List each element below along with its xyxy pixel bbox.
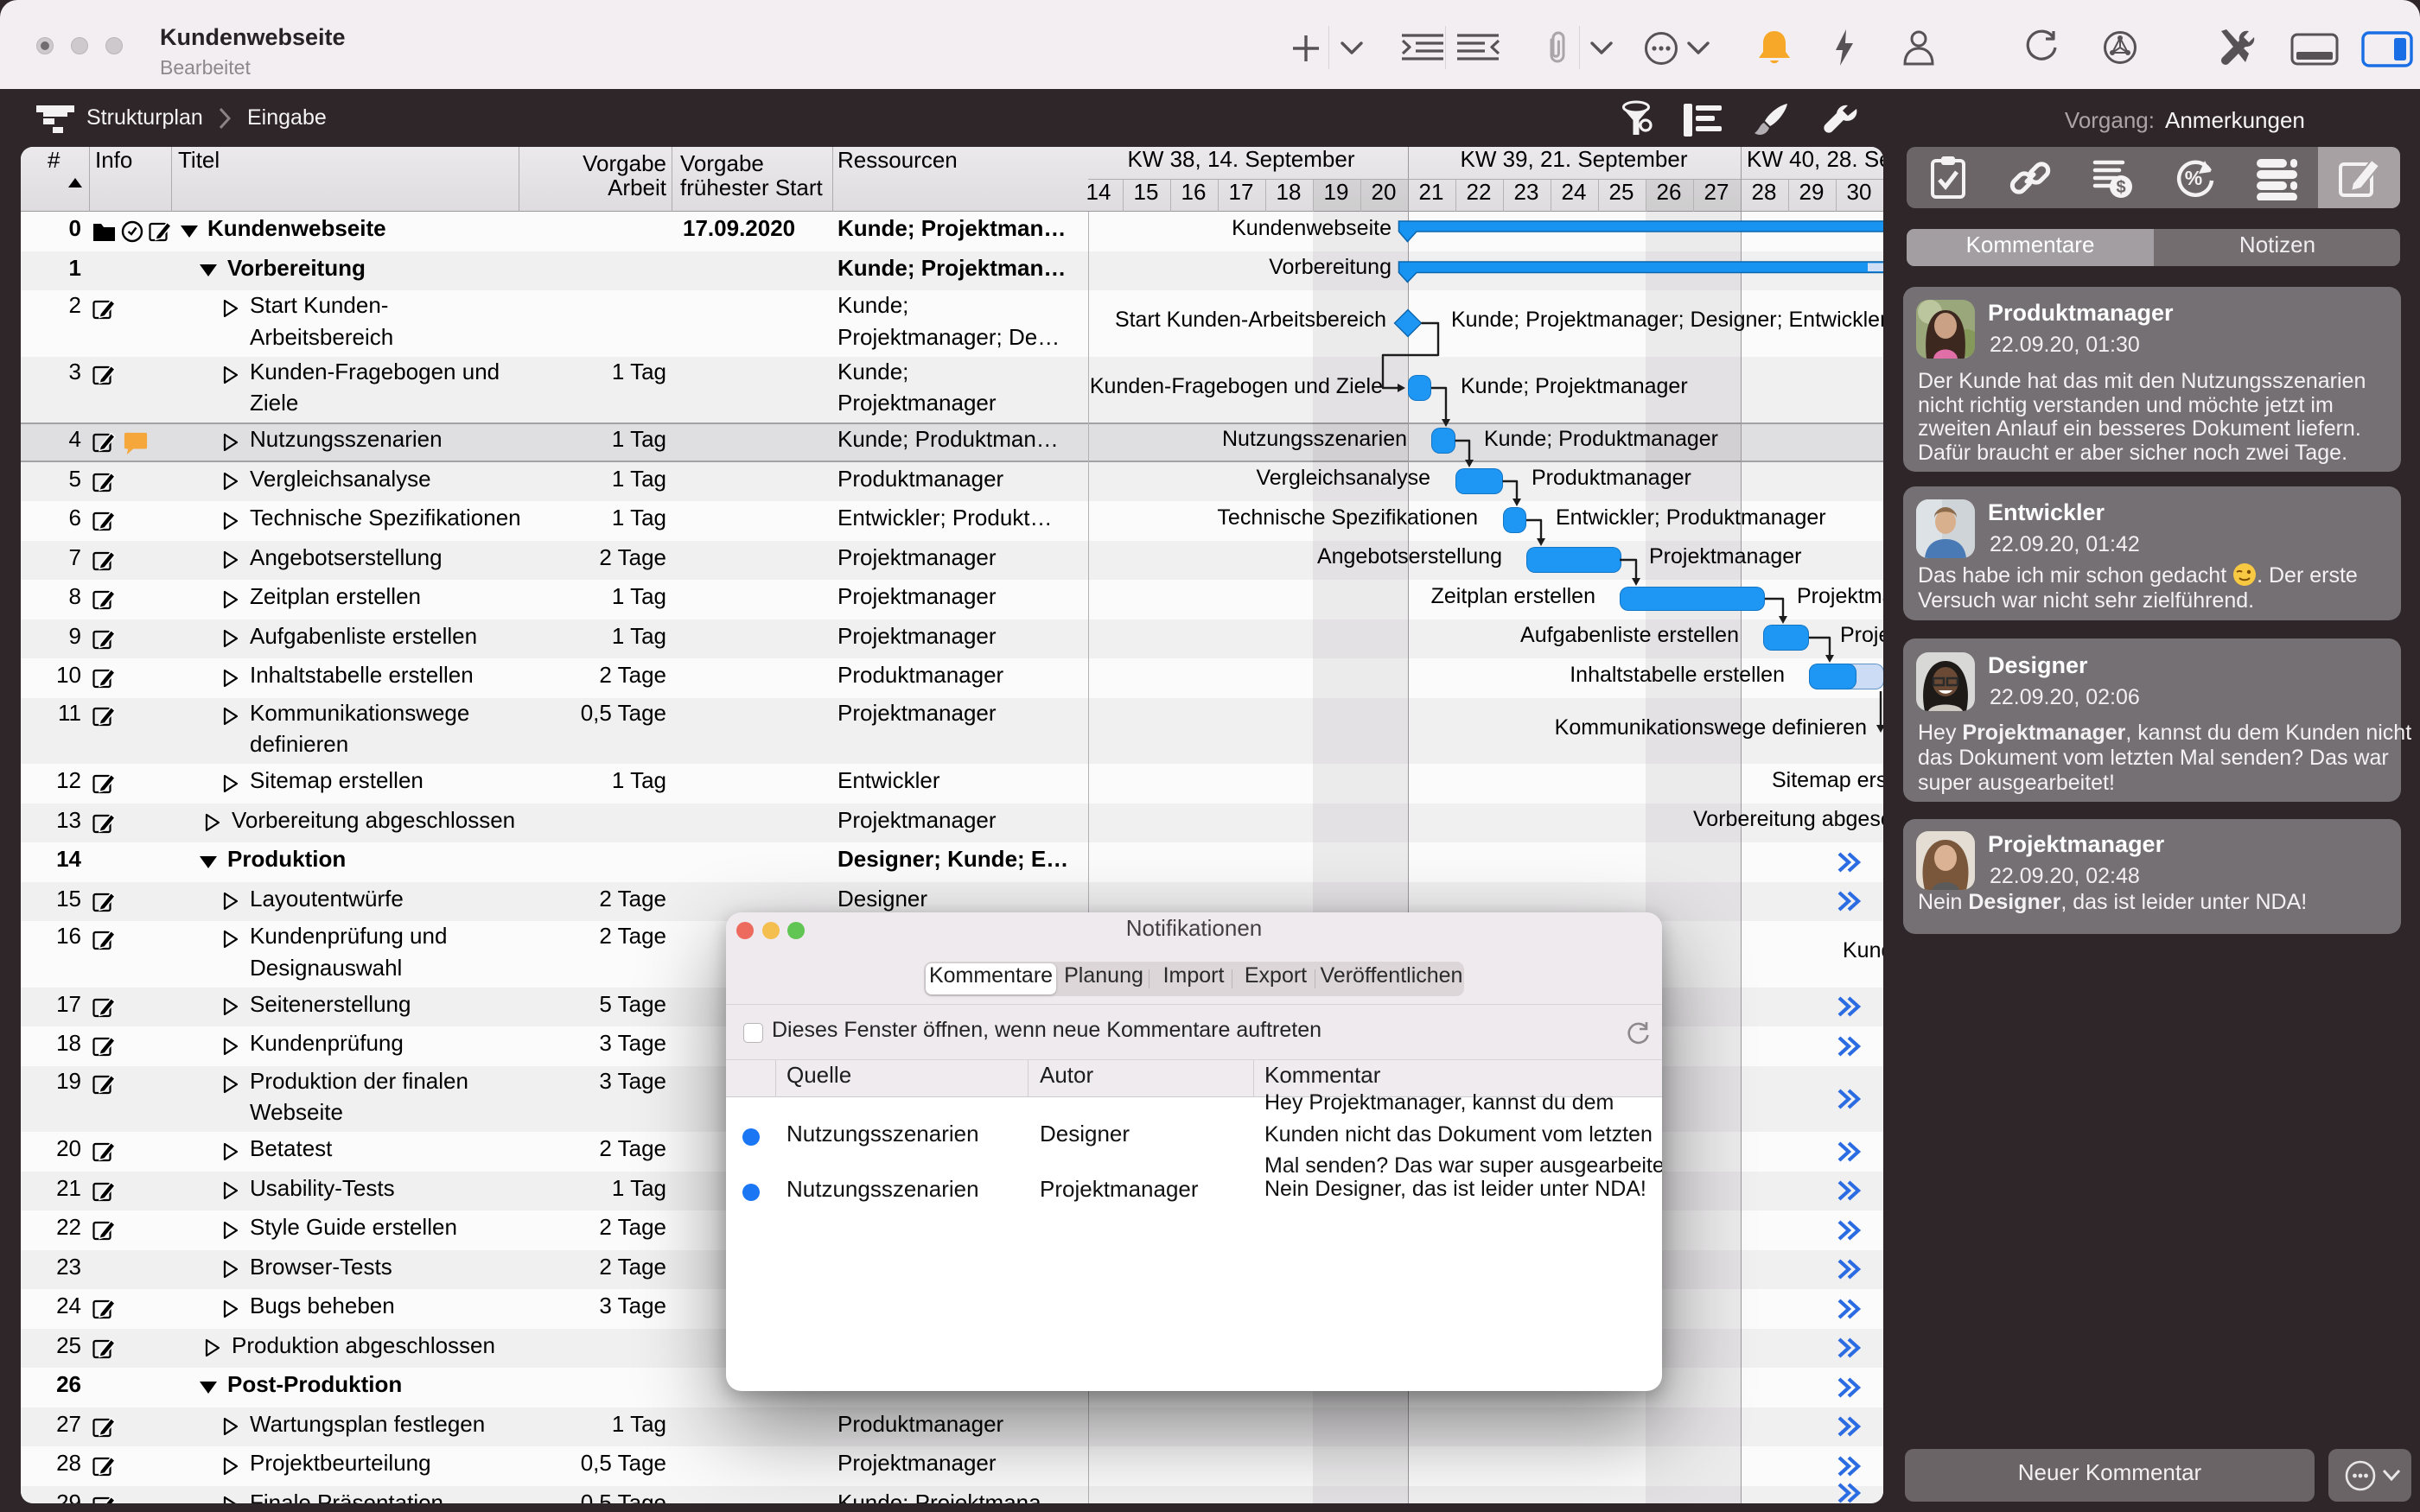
- svg-text:$: $: [2116, 178, 2125, 197]
- svg-text:%: %: [2185, 167, 2202, 189]
